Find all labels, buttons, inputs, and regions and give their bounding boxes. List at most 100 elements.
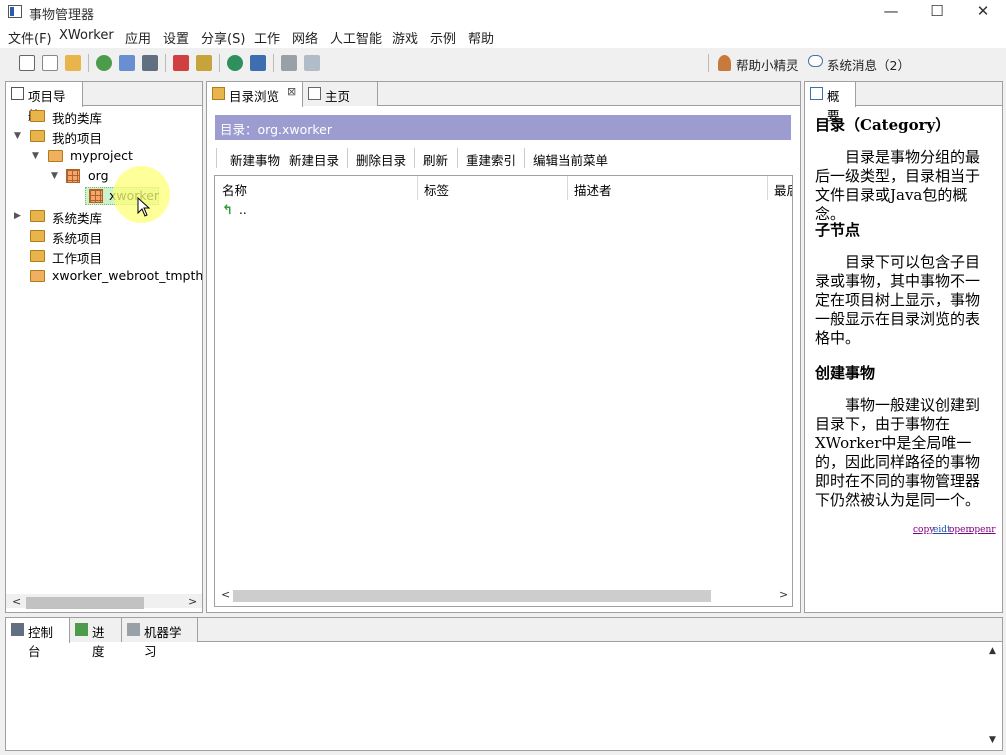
toolbar-separator — [219, 54, 220, 72]
close-button[interactable]: ✕ — [960, 0, 1006, 24]
printer-icon[interactable] — [281, 55, 297, 71]
toolbar: 帮助小精灵 系统消息（2） — [0, 49, 1006, 77]
tree-item[interactable]: xworker_webroot_tmpthin — [28, 267, 202, 285]
overview-title: 目录（Category） — [815, 116, 951, 134]
edit-current-menu-button[interactable]: 编辑当前菜单 — [533, 150, 608, 169]
column-header-last[interactable]: 最后 — [774, 180, 792, 199]
menu-share[interactable]: 分享(S) — [201, 28, 245, 47]
scroll-right-icon[interactable]: > — [188, 595, 197, 608]
scroll-left-icon[interactable]: < — [12, 595, 21, 608]
new-thing-button[interactable]: 新建事物 — [230, 150, 280, 169]
scroll-right-icon[interactable]: > — [779, 588, 788, 601]
tool-icon[interactable] — [173, 55, 189, 71]
action-separator — [414, 148, 415, 168]
parent-up-icon: ↰ — [222, 203, 233, 218]
scroll-thumb[interactable] — [233, 590, 711, 602]
pen-icon[interactable] — [196, 55, 212, 71]
tab-progress[interactable]: 进度 — [70, 618, 122, 659]
folder-icon — [212, 87, 225, 100]
menu-help[interactable]: 帮助 — [468, 28, 494, 47]
tab-close-icon[interactable]: ⊠ — [287, 85, 296, 98]
bottom-panel: 控制台 进度 机器学习 ▲ ▼ — [5, 617, 1003, 751]
tab-overview[interactable]: 概要 — [805, 82, 856, 123]
collapse-icon[interactable]: ▼ — [14, 131, 24, 141]
scroll-up-icon[interactable]: ▲ — [989, 646, 996, 656]
menu-work[interactable]: 工作 — [254, 28, 280, 47]
table-row[interactable]: ↰ .. — [219, 202, 519, 220]
action-separator — [457, 148, 458, 168]
scroll-thumb[interactable] — [26, 597, 144, 609]
menu-bar: 文件(F) XWorker 应用 设置 分享(S) 工作 网络 人工智能 游戏 … — [0, 24, 1006, 48]
toolbar-separator — [273, 54, 274, 72]
edit-link[interactable]: eidt — [933, 525, 951, 535]
menu-file[interactable]: 文件(F) — [8, 28, 52, 47]
open-link[interactable]: open — [949, 525, 971, 535]
tab-console[interactable]: 控制台 — [6, 618, 70, 659]
globe-icon[interactable] — [227, 55, 243, 71]
open-project-icon — [48, 150, 63, 162]
progress-icon — [75, 623, 88, 636]
column-header-name[interactable]: 名称 — [222, 180, 247, 199]
rebuild-index-button[interactable]: 重建索引 — [466, 150, 516, 169]
document-icon[interactable] — [304, 55, 320, 71]
minimize-button[interactable]: — — [868, 0, 914, 24]
column-header-label[interactable]: 标签 — [424, 180, 449, 199]
overview-paragraph: 目录下可以包含子目录或事物，其中事物不一定在项目树上显示，事物一般显示在目录浏览… — [815, 253, 981, 347]
tab-home[interactable]: 主页 — [303, 82, 378, 106]
maximize-button[interactable]: ☐ — [914, 0, 960, 24]
overview-paragraph: 目录是事物分组的最后一级类型，目录相当于文件目录或Java包的概念。 — [815, 148, 981, 223]
menu-network[interactable]: 网络 — [292, 28, 318, 47]
column-header-descriptor[interactable]: 描述者 — [574, 180, 612, 199]
horizontal-scrollbar[interactable]: < > — [215, 588, 792, 602]
project-navigator-panel: 项目导航 我的类库 ▼ 我的项目 ▼ myproject ▼ org xwork… — [5, 81, 203, 613]
system-messages-button[interactable]: 系统消息（2） — [827, 55, 910, 74]
tab-project-navigator[interactable]: 项目导航 — [6, 82, 83, 123]
tab-directory-browser[interactable]: 目录浏览 ⊠ — [207, 82, 303, 107]
tree-icon — [11, 87, 24, 100]
mouse-cursor-icon — [137, 197, 151, 217]
copy-link[interactable]: copy — [913, 525, 934, 535]
action-separator — [524, 148, 525, 168]
overview-paragraph: 事物一般建议创建到目录下，由于事物在XWorker中是全局唯一的，因此同样路径的… — [815, 396, 981, 509]
message-icon — [808, 55, 823, 67]
overview-panel: 概要 目录（Category） 目录是事物分组的最后一级类型，目录相当于文件目录… — [804, 81, 1003, 613]
category-header: 目录：org.xworker — [215, 115, 791, 140]
tab-machine-learning[interactable]: 机器学习 — [122, 618, 198, 659]
open-folder-icon[interactable] — [65, 55, 81, 71]
machine-learning-icon — [127, 623, 140, 636]
home-icon — [308, 87, 321, 100]
monitor-icon[interactable] — [142, 55, 158, 71]
overview-heading: 子节点 — [815, 221, 861, 239]
helper-button[interactable]: 帮助小精灵 — [736, 55, 799, 74]
menu-xworker[interactable]: XWorker — [59, 28, 114, 43]
horizontal-scrollbar[interactable]: < > — [6, 594, 202, 609]
library-folder-icon — [30, 210, 45, 222]
new-file-icon[interactable] — [42, 55, 58, 71]
new-directory-button[interactable]: 新建目录 — [289, 150, 339, 169]
screen-icon[interactable] — [250, 55, 266, 71]
project-folder-icon — [30, 230, 45, 242]
menu-apps[interactable]: 应用 — [125, 28, 151, 47]
app-icon — [8, 5, 22, 18]
open-project-icon — [30, 270, 45, 282]
refresh-icon[interactable] — [96, 55, 112, 71]
image-icon[interactable] — [119, 55, 135, 71]
menu-ai[interactable]: 人工智能 — [330, 28, 382, 47]
openr-link[interactable]: openr — [969, 525, 996, 535]
delete-directory-button[interactable]: 删除目录 — [356, 150, 406, 169]
directory-browser-panel: 目录浏览 ⊠ 主页 目录：org.xworker 新建事物 新建目录 删除目录 … — [206, 81, 801, 613]
scroll-left-icon[interactable]: < — [221, 588, 230, 601]
expand-icon[interactable]: ▶ — [14, 211, 24, 221]
menu-games[interactable]: 游戏 — [392, 28, 418, 47]
menu-settings[interactable]: 设置 — [163, 28, 189, 47]
refresh-button[interactable]: 刷新 — [423, 150, 448, 169]
collapse-icon[interactable]: ▼ — [32, 151, 42, 161]
console-icon — [11, 623, 24, 636]
scroll-down-icon[interactable]: ▼ — [989, 735, 996, 745]
toolbar-separator — [165, 54, 166, 72]
home-icon[interactable] — [19, 55, 35, 71]
action-separator — [347, 148, 348, 168]
menu-examples[interactable]: 示例 — [430, 28, 456, 47]
collapse-icon[interactable]: ▼ — [51, 171, 61, 181]
toolbar-separator — [708, 54, 709, 72]
